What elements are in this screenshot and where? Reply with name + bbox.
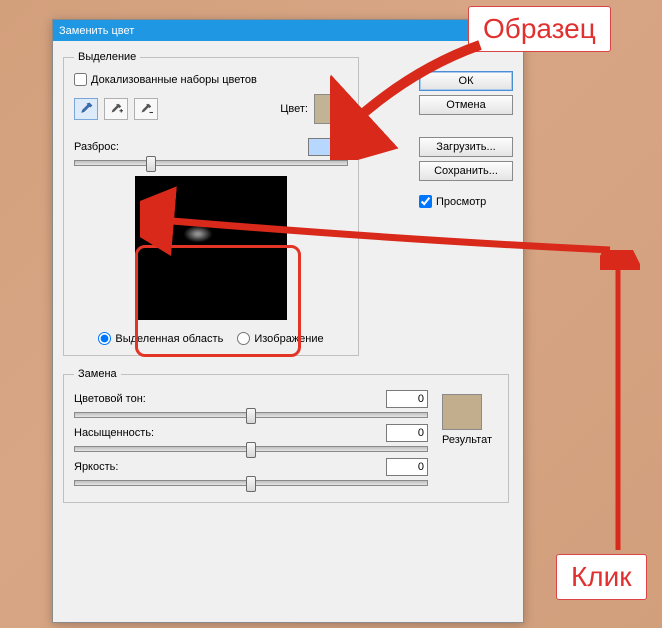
selection-fieldset: Выделение Докализованные наборы цветов: [63, 51, 359, 356]
preview-selection-mask: [181, 224, 215, 244]
hue-input[interactable]: [386, 390, 428, 408]
eyedropper-subtract-icon: [139, 102, 153, 116]
localized-colors-checkbox[interactable]: [74, 73, 87, 86]
preview-checkbox-label: Просмотр: [436, 196, 486, 208]
eyedropper-button[interactable]: [74, 98, 98, 120]
saturation-thumb[interactable]: [246, 442, 256, 458]
eyedropper-subtract-button[interactable]: [134, 98, 158, 120]
radio-selection[interactable]: [98, 332, 111, 345]
localized-colors-label: Докализованные наборы цветов: [91, 74, 257, 86]
preview-checkbox-row[interactable]: Просмотр: [419, 195, 513, 208]
save-button[interactable]: Сохранить...: [419, 161, 513, 181]
lightness-label: Яркость:: [74, 461, 174, 473]
ok-button[interactable]: ОК: [419, 71, 513, 91]
cancel-button[interactable]: Отмена: [419, 95, 513, 115]
hue-slider[interactable]: [74, 412, 428, 418]
radio-selection-label: Выделенная область: [115, 333, 223, 345]
fuzziness-input[interactable]: [308, 138, 348, 156]
result-label: Результат: [442, 434, 492, 446]
load-button[interactable]: Загрузить...: [419, 137, 513, 157]
saturation-slider[interactable]: [74, 446, 428, 452]
replace-color-dialog: Заменить цвет ОК Отмена Загрузить... Сох…: [52, 19, 524, 623]
eyedropper-group: [74, 98, 158, 120]
fuzziness-slider[interactable]: [74, 160, 348, 166]
replace-legend: Замена: [74, 368, 121, 380]
radio-image[interactable]: [237, 332, 250, 345]
eyedropper-icon: [79, 102, 93, 116]
fuzziness-thumb[interactable]: [146, 156, 156, 172]
dialog-title: Заменить цвет: [59, 25, 134, 37]
preview-checkbox[interactable]: [419, 195, 432, 208]
radio-image-label: Изображение: [254, 333, 323, 345]
dialog-titlebar[interactable]: Заменить цвет: [53, 20, 523, 41]
selection-preview: [135, 176, 287, 320]
hue-thumb[interactable]: [246, 408, 256, 424]
radio-selection-row[interactable]: Выделенная область: [98, 332, 223, 345]
sample-color-swatch[interactable]: [314, 94, 348, 124]
eyedropper-add-button[interactable]: [104, 98, 128, 120]
replace-fieldset: Замена Результат Цветовой тон: Насыщенно…: [63, 368, 509, 503]
selection-legend: Выделение: [74, 51, 140, 63]
saturation-label: Насыщенность:: [74, 427, 174, 439]
lightness-slider[interactable]: [74, 480, 428, 486]
result-swatch[interactable]: [442, 394, 482, 430]
color-label: Цвет:: [280, 103, 308, 115]
dialog-button-column: ОК Отмена Загрузить... Сохранить... Прос…: [419, 71, 513, 208]
saturation-input[interactable]: [386, 424, 428, 442]
lightness-thumb[interactable]: [246, 476, 256, 492]
radio-image-row[interactable]: Изображение: [237, 332, 323, 345]
fuzziness-label: Разброс:: [74, 141, 119, 153]
localized-colors-row[interactable]: Докализованные наборы цветов: [74, 73, 348, 86]
hue-label: Цветовой тон:: [74, 393, 174, 405]
eyedropper-add-icon: [109, 102, 123, 116]
result-block: Результат: [442, 394, 492, 446]
lightness-input[interactable]: [386, 458, 428, 476]
